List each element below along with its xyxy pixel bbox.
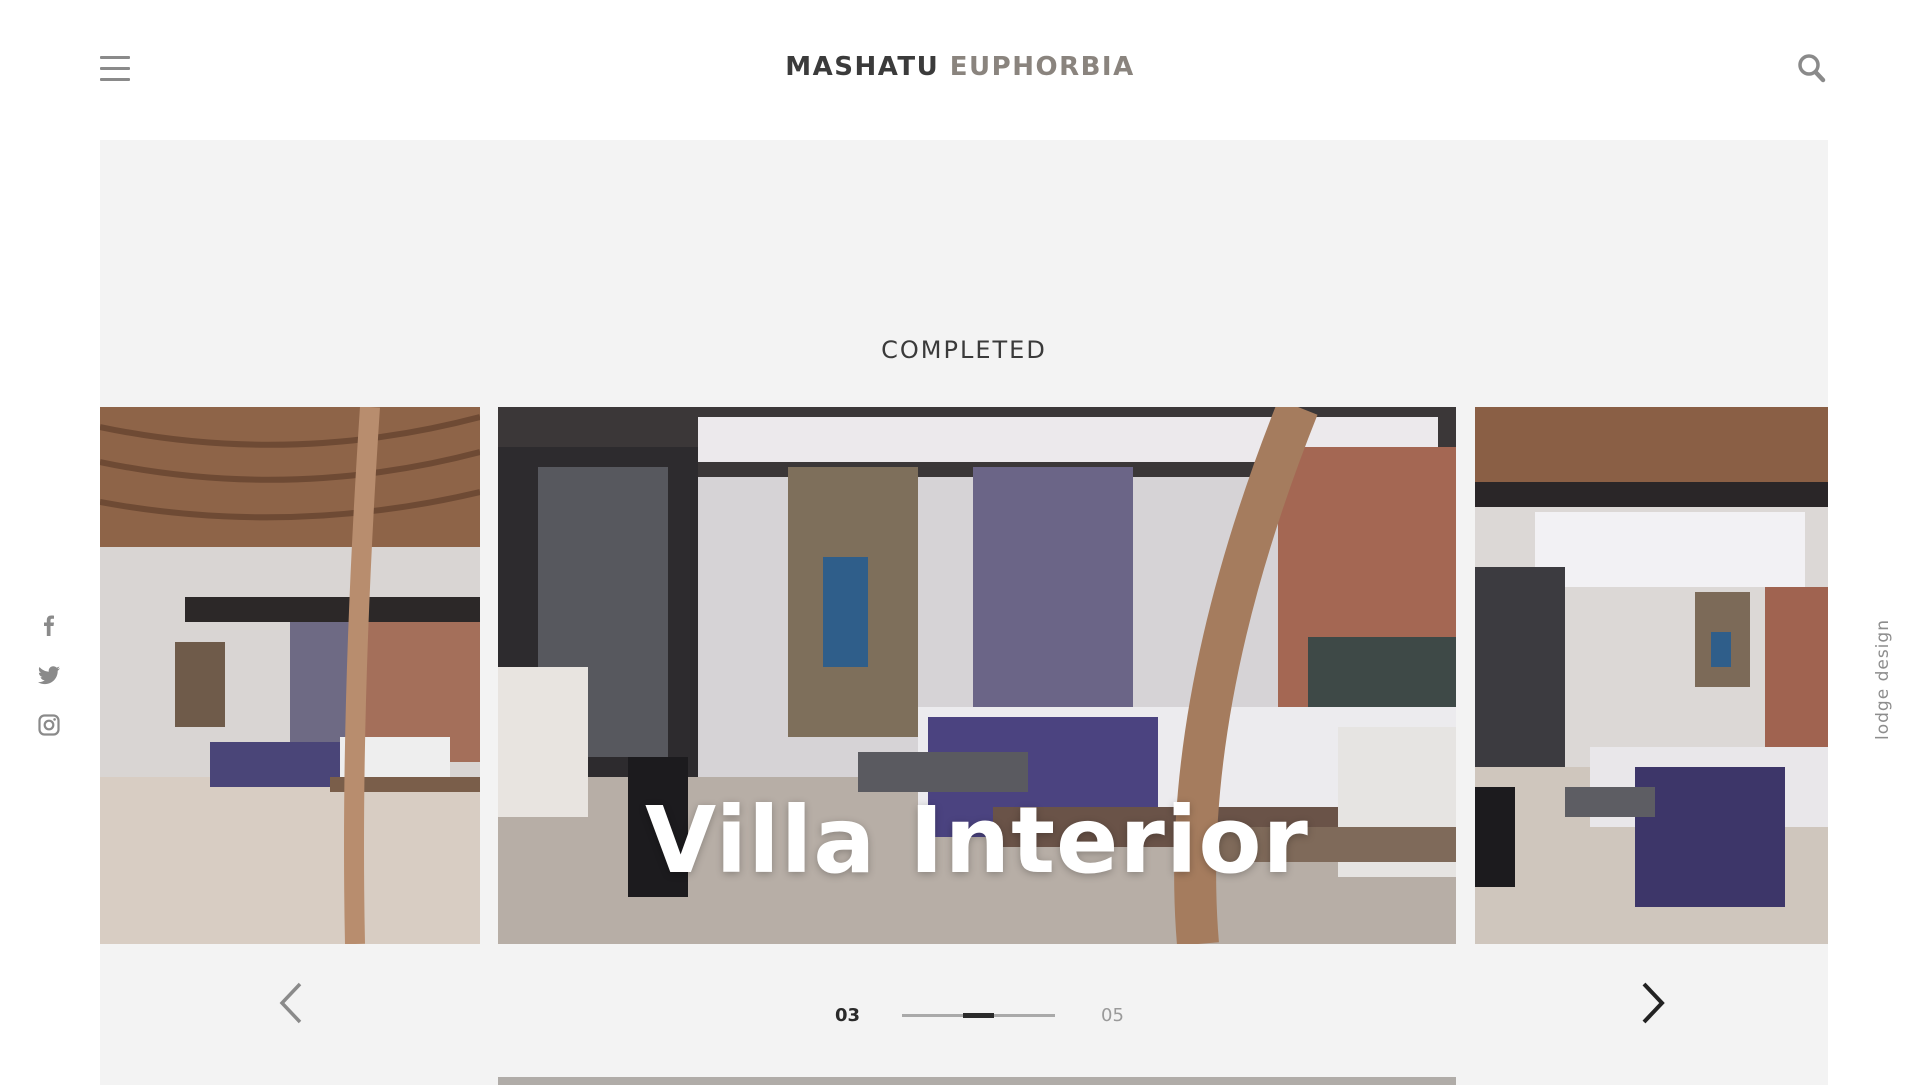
slide-current[interactable]: Villa Interior [498,407,1456,944]
side-category-text: lodge design [1873,619,1893,740]
slide-progress-bar [498,1077,1456,1085]
instagram-icon[interactable] [36,712,62,738]
side-category-label: lodge design [1873,619,1893,740]
gallery-stage: COMPLETED Villa Interior 03 05 [100,140,1828,1085]
search-icon[interactable] [1796,52,1828,86]
slide-previous-image [100,407,480,944]
logo-secondary-text: EUPHORBIA [949,52,1135,82]
slide-next[interactable] [1475,407,1828,944]
slide-next-image [1475,407,1828,944]
social-links [36,612,62,762]
slide-previous[interactable] [100,407,480,944]
facebook-icon[interactable] [36,612,62,638]
twitter-icon[interactable] [36,662,62,688]
pager-progress-track[interactable] [902,1013,1055,1018]
logo-primary-text: MASHATU [785,52,940,82]
slide-title: Villa Interior [645,787,1309,894]
next-arrow-icon[interactable] [1634,980,1670,1026]
prev-arrow-icon[interactable] [274,980,310,1026]
pager-current: 03 [835,1005,861,1026]
gallery-status: COMPLETED [881,336,1047,364]
pager-progress-fill [963,1013,994,1018]
site-header: MASHATU EUPHORBIA [0,0,1920,140]
pager-total: 05 [1101,1005,1124,1026]
site-logo[interactable]: MASHATU EUPHORBIA [0,52,1920,82]
